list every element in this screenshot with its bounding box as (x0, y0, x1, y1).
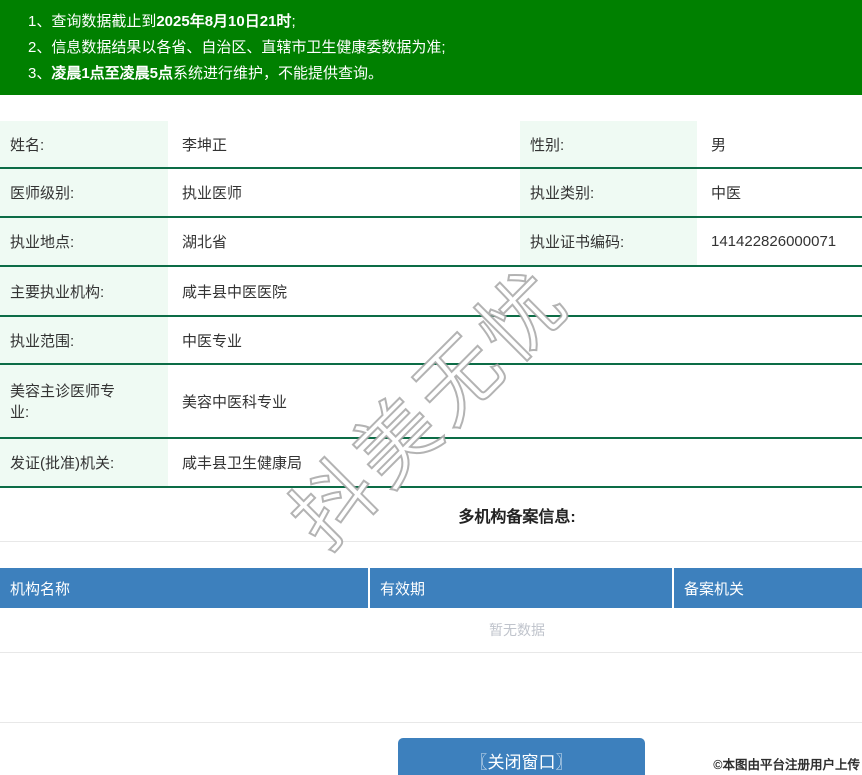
notice-line-2: 2、信息数据结果以各省、自治区、直辖市卫生健康委数据为准; (28, 39, 446, 56)
practice-location-value: 湖北省 (168, 218, 520, 265)
upload-credit-text: ©本图由平台注册用户上传 (713, 758, 860, 772)
main-institution-label: 主要执业机构: (0, 267, 168, 315)
notice-line-1: 1、查询数据截止到2025年8月10日21时; (28, 13, 296, 30)
certificate-number-value: 141422826000071 (697, 218, 862, 265)
table-row: 姓名: 李坤正 性别: 男 (0, 121, 862, 169)
table-row: 美容主诊医师专业: 美容中医科专业 (0, 365, 862, 439)
column-institution-name: 机构名称 (10, 580, 71, 598)
doctor-level-value: 执业医师 (168, 169, 520, 216)
practice-scope-value: 中医专业 (168, 317, 862, 363)
close-window-button[interactable]: 〖关闭窗口〗 (398, 738, 645, 775)
records-table-header: 机构名称 有效期 备案机关 (0, 568, 862, 608)
practice-category-value: 中医 (697, 169, 862, 216)
table-row: 主要执业机构: 咸丰县中医医院 (0, 267, 862, 317)
notice-banner: 1、查询数据截止到2025年8月10日21时; 2、信息数据结果以各省、自治区、… (0, 0, 862, 95)
practice-scope-label: 执业范围: (0, 317, 168, 363)
column-filing-authority: 备案机关 (672, 568, 862, 608)
gender-value: 男 (697, 121, 862, 167)
table-row: 执业地点: 湖北省 执业证书编码: 141422826000071 (0, 218, 862, 267)
practice-location-label: 执业地点: (0, 218, 168, 265)
section-title-text: 多机构备案信息: (458, 508, 576, 526)
practitioner-info-table: 姓名: 李坤正 性别: 男 医师级别: 执业医师 执业类别: 中医 执业地点: … (0, 121, 862, 488)
notice-line-3: 3、凌晨1点至凌晨5点系统进行维护，不能提供查询。 (28, 65, 384, 82)
gender-label: 性别: (520, 121, 697, 167)
issuing-authority-value: 咸丰县卫生健康局 (168, 439, 862, 486)
table-row: 医师级别: 执业医师 执业类别: 中医 (0, 169, 862, 218)
records-empty-state: 暂无数据 (0, 608, 862, 653)
practitioner-query-result-page: 1、查询数据截止到2025年8月10日21时; 2、信息数据结果以各省、自治区、… (0, 0, 862, 775)
table-row: 执业范围: 中医专业 (0, 317, 862, 365)
main-institution-value: 咸丰县中医医院 (168, 267, 862, 315)
multi-institution-section-title: 多机构备案信息: (0, 488, 862, 542)
practice-category-label: 执业类别: (520, 169, 697, 216)
column-validity-period: 有效期 (368, 568, 672, 608)
doctor-level-label: 医师级别: (0, 169, 168, 216)
cosmetic-specialty-value: 美容中医科专业 (168, 365, 862, 437)
name-value: 李坤正 (168, 121, 520, 167)
certificate-number-label: 执业证书编码: (520, 218, 697, 265)
table-row: 发证(批准)机关: 咸丰县卫生健康局 (0, 439, 862, 488)
cosmetic-specialty-label: 美容主诊医师专业: (0, 365, 168, 437)
issuing-authority-label: 发证(批准)机关: (0, 439, 168, 486)
name-label: 姓名: (0, 121, 168, 167)
